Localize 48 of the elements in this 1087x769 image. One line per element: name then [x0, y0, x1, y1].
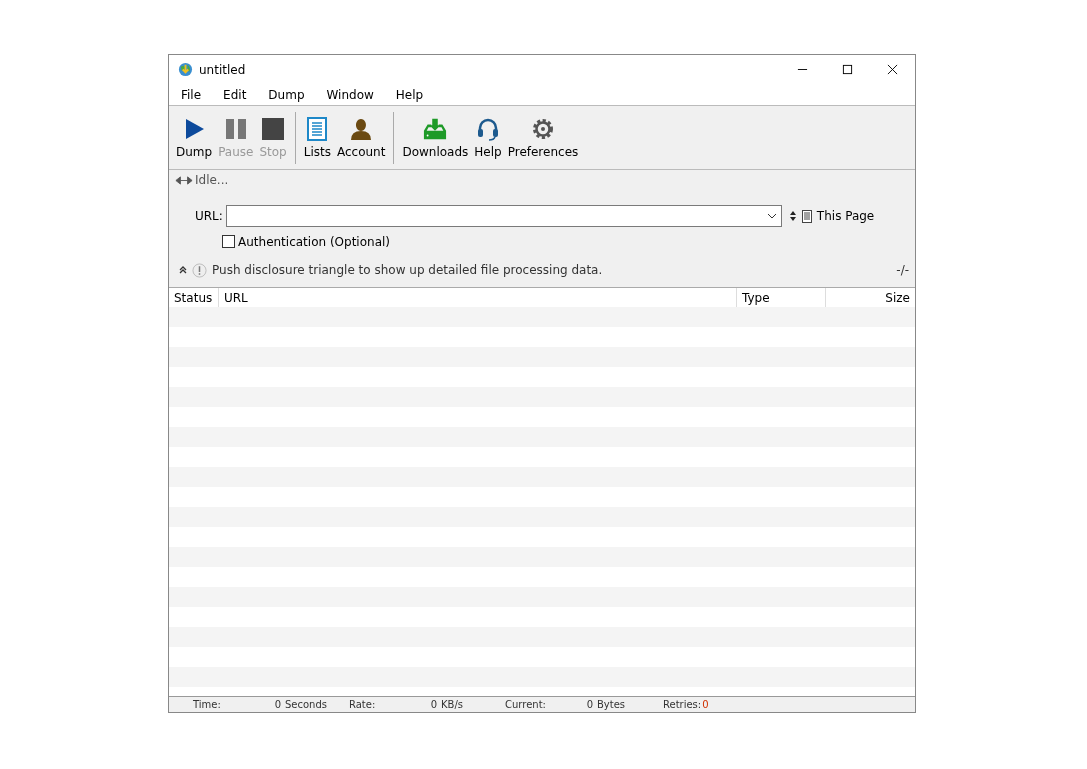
- status-label: Rate:: [349, 699, 377, 710]
- window-title: untitled: [199, 62, 246, 77]
- status-unit: Seconds: [285, 699, 328, 710]
- activity-icon: [175, 175, 193, 185]
- globe-download-icon: [178, 62, 193, 77]
- activity-status: Idle...: [195, 173, 229, 187]
- column-header[interactable]: Size: [826, 288, 915, 307]
- progress-counter: -/-: [896, 263, 909, 277]
- status-unit: KB/s: [441, 699, 464, 710]
- dropdown-chevron-icon[interactable]: [766, 213, 777, 219]
- menu-item[interactable]: File: [181, 87, 202, 102]
- status-unit: Bytes: [597, 699, 627, 710]
- toolbar-button[interactable]: Dump: [173, 116, 216, 159]
- url-label: URL:: [195, 209, 223, 223]
- status-label: Current:: [505, 699, 547, 710]
- toolbar-button[interactable]: Account: [333, 116, 389, 159]
- gear-icon: [530, 116, 555, 141]
- close-icon[interactable]: [887, 64, 898, 75]
- toolbar-button[interactable]: Downloads: [399, 116, 472, 159]
- pause-icon: [223, 116, 248, 141]
- menu-item[interactable]: Edit: [223, 87, 247, 102]
- page-icon: [801, 209, 812, 223]
- menu-item[interactable]: Help: [395, 87, 424, 102]
- menu-item[interactable]: Dump: [268, 87, 305, 102]
- menu-item[interactable]: Window: [326, 87, 374, 102]
- toolbar-button[interactable]: Preferences: [504, 116, 582, 159]
- scope-label[interactable]: This Page: [816, 209, 875, 223]
- authentication-label[interactable]: Authentication (Optional): [238, 234, 390, 249]
- maximize-icon[interactable]: [842, 64, 853, 75]
- authentication-checkbox[interactable]: [222, 235, 235, 248]
- toolbar-button[interactable]: Lists: [300, 116, 334, 159]
- url-combo-field[interactable]: [225, 205, 782, 227]
- hint-text: Push disclosure triangle to show up detailed file processing data.: [212, 263, 603, 277]
- disclosure-triangle-icon[interactable]: [179, 266, 187, 274]
- retries-label: Retries:: [663, 699, 702, 710]
- retries-value: 0: [702, 699, 709, 710]
- status-value: 0: [429, 699, 437, 710]
- info-icon: [192, 262, 207, 278]
- download-tray-icon: [423, 116, 448, 141]
- document-list-icon: [305, 116, 330, 141]
- toolbar-button[interactable]: Help: [471, 116, 505, 159]
- status-label: Time:: [193, 699, 222, 710]
- headset-icon: [476, 116, 500, 141]
- person-icon: [349, 116, 374, 141]
- status-value: 0: [273, 699, 281, 710]
- status-value: 0: [585, 699, 593, 710]
- stepper-icon[interactable]: [789, 211, 796, 221]
- stop-icon: [261, 116, 286, 141]
